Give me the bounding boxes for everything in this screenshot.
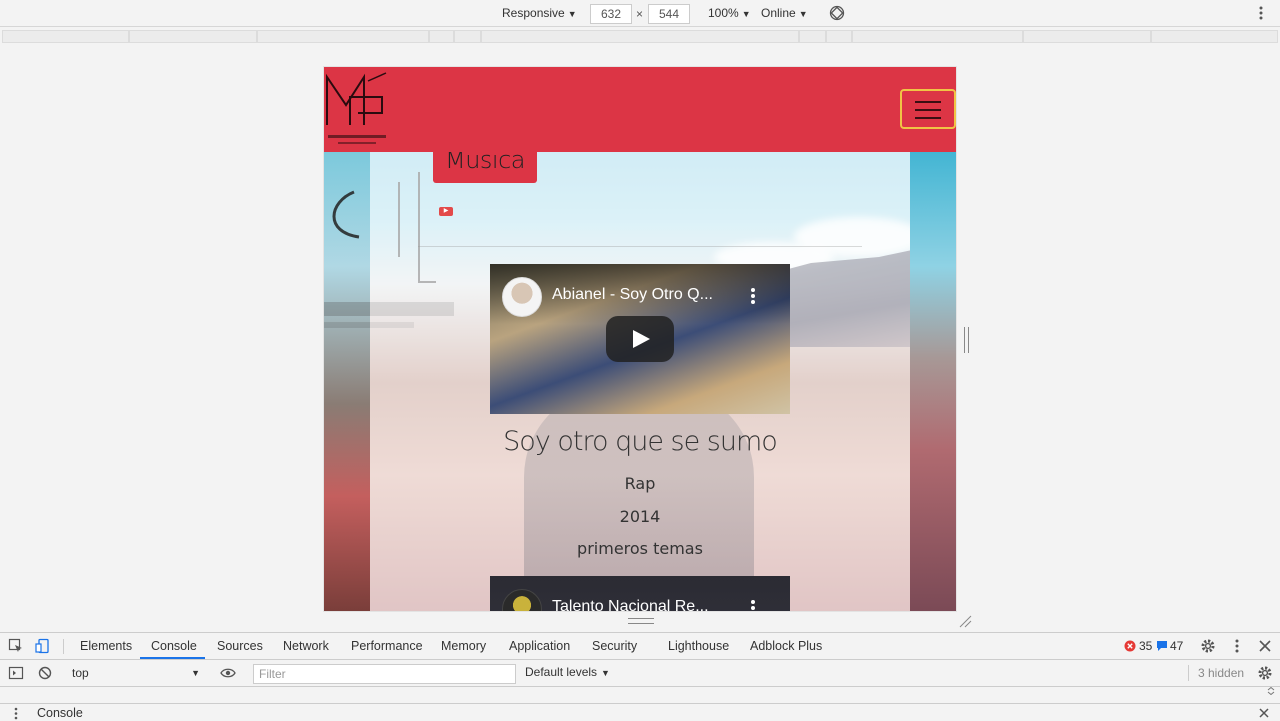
divider: [418, 246, 862, 247]
song-year: 2014: [619, 507, 661, 526]
video-more-icon[interactable]: [748, 287, 758, 307]
video-more-icon[interactable]: [748, 599, 758, 611]
rotate-icon[interactable]: [829, 5, 845, 21]
hamburger-menu-button[interactable]: [900, 89, 956, 129]
tab-application[interactable]: Application: [509, 639, 570, 653]
devtools-panel: Elements Console Sources Network Perform…: [0, 632, 1280, 720]
zoom-label: 100%: [708, 6, 739, 20]
toolbar-divider: [63, 639, 64, 654]
tab-performance[interactable]: Performance: [351, 639, 423, 653]
network-label: Online: [761, 6, 796, 20]
hidden-messages-count: 3 hidden: [1198, 666, 1245, 680]
viewport-width-resizer[interactable]: [964, 327, 969, 353]
channel-avatar[interactable]: [502, 277, 542, 317]
video-player[interactable]: Abianel - Soy Otro Q...: [490, 264, 790, 414]
close-drawer-icon[interactable]: [1258, 707, 1270, 719]
chevron-down-icon: ▼: [741, 9, 751, 19]
tab-security[interactable]: Security: [592, 639, 637, 653]
channel-avatar[interactable]: [502, 589, 542, 611]
zoom-select[interactable]: 100% ▼: [708, 5, 751, 22]
error-icon[interactable]: [1124, 640, 1136, 652]
hamburger-bar: [915, 101, 941, 103]
tab-console[interactable]: Console: [151, 639, 197, 653]
media-query-segment[interactable]: [1023, 30, 1151, 43]
clear-console-icon[interactable]: [37, 665, 53, 681]
tab-elements[interactable]: Elements: [80, 639, 132, 653]
media-query-segment[interactable]: [1151, 30, 1278, 43]
drawer-resize-icon[interactable]: [1266, 687, 1276, 695]
media-query-segment[interactable]: [2, 30, 129, 43]
site-logo[interactable]: [324, 69, 390, 149]
active-tab-indicator: [140, 657, 205, 659]
play-button[interactable]: [606, 316, 674, 362]
devtools-tab-bar: Elements Console Sources Network Perform…: [0, 633, 1280, 660]
video-title[interactable]: Abianel - Soy Otro Q...: [552, 286, 742, 304]
console-settings-gear-icon[interactable]: [1257, 665, 1273, 681]
media-query-segment[interactable]: [826, 30, 852, 43]
width-input[interactable]: 632: [590, 4, 632, 24]
tab-adblock-plus[interactable]: Adblock Plus: [750, 639, 822, 653]
console-filter-bar: top ▼ Filter Default levels ▼ 3 hidden: [0, 660, 1280, 687]
media-query-segment[interactable]: [454, 30, 481, 43]
levels-label: Default levels: [525, 665, 598, 679]
hamburger-bar: [915, 109, 941, 111]
close-icon[interactable]: [1257, 638, 1273, 654]
hamburger-bar: [915, 117, 941, 119]
video-player[interactable]: Talento Nacional Re...: [490, 576, 790, 611]
video-title[interactable]: Talento Nacional Re...: [552, 598, 742, 611]
eye-icon[interactable]: [220, 665, 236, 681]
tab-network[interactable]: Network: [283, 639, 329, 653]
site-header: [324, 67, 956, 152]
drawer-menu-icon[interactable]: [12, 707, 20, 720]
settings-gear-icon[interactable]: [1200, 638, 1216, 654]
network-throttle-select[interactable]: Online ▼: [761, 5, 808, 22]
sidebar-toggle-icon[interactable]: [8, 665, 24, 681]
media-query-segment[interactable]: [129, 30, 257, 43]
media-query-segment[interactable]: [481, 30, 799, 43]
more-options-icon[interactable]: [1254, 5, 1268, 21]
message-icon[interactable]: [1156, 640, 1168, 652]
media-query-segment[interactable]: [429, 30, 454, 43]
devtools-more-icon[interactable]: [1229, 638, 1245, 654]
youtube-icon[interactable]: ▶: [439, 207, 453, 216]
context-label: top: [72, 666, 89, 680]
song-album: primeros temas: [577, 539, 703, 558]
song-title: Soy otro que se sumo: [503, 426, 778, 457]
console-drawer: Console: [0, 703, 1280, 721]
chevron-down-icon: ▼: [191, 668, 200, 678]
tab-sources[interactable]: Sources: [217, 639, 263, 653]
media-query-segment[interactable]: [257, 30, 429, 43]
background-strip-right: [910, 152, 956, 611]
tab-memory[interactable]: Memory: [441, 639, 486, 653]
media-query-segment[interactable]: [799, 30, 826, 43]
media-query-segment[interactable]: [852, 30, 1023, 43]
toolbar-divider: [1188, 665, 1189, 681]
media-query-bar: [0, 28, 1280, 45]
console-filter-input[interactable]: Filter: [253, 664, 516, 684]
tab-lighthouse[interactable]: Lighthouse: [668, 639, 729, 653]
viewport-height-resizer[interactable]: [628, 618, 654, 624]
device-label: Responsive: [502, 6, 565, 20]
execution-context-select[interactable]: top ▼: [66, 664, 206, 683]
viewport-corner-resizer[interactable]: [958, 614, 972, 628]
device-toolbar: Responsive ▼ 632 × 544 100% ▼ Online ▼: [0, 0, 1280, 27]
dimension-separator: ×: [636, 7, 644, 21]
chevron-down-icon: ▼: [567, 9, 577, 19]
chevron-down-icon: ▼: [601, 668, 610, 678]
chevron-down-icon: ▼: [798, 9, 808, 19]
emulated-viewport: Musica ▶ Abianel - Soy Otro Q... Soy otr…: [324, 67, 956, 611]
log-levels-select[interactable]: Default levels ▼: [525, 665, 610, 679]
device-toolbar-toggle-icon[interactable]: [35, 638, 51, 654]
device-select[interactable]: Responsive ▼: [502, 5, 577, 22]
height-input[interactable]: 544: [648, 4, 690, 24]
message-count[interactable]: 47: [1170, 639, 1183, 653]
inspect-element-icon[interactable]: [8, 638, 24, 654]
drawer-tab-console[interactable]: Console: [37, 706, 83, 720]
song-genre: Rap: [624, 474, 656, 493]
error-count[interactable]: 35: [1139, 639, 1152, 653]
